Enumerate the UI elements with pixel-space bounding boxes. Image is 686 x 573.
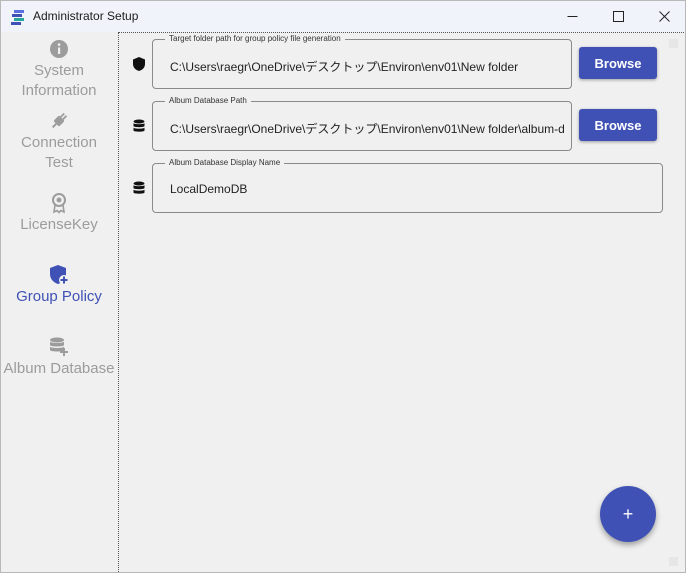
close-button[interactable] <box>641 1 685 32</box>
sidebar-item-label: Test <box>45 154 73 171</box>
database-icon <box>133 119 145 132</box>
close-icon <box>658 11 670 22</box>
app-window: Administrator Setup System Information C… <box>0 0 686 573</box>
target-folder-value[interactable]: C:\Users\raegr\OneDrive\デスクトップ\Environ\e… <box>170 58 565 75</box>
sidebar-item-label: Album Database <box>3 360 115 377</box>
database-plus-icon <box>50 337 68 356</box>
plug-icon <box>51 112 68 129</box>
sidebar-item-label: Information <box>21 82 97 99</box>
group-policy-panel: Target folder path for group policy file… <box>118 32 684 572</box>
album-database-name-legend: Album Database Display Name <box>165 157 285 169</box>
target-folder-legend: Target folder path for group policy file… <box>165 33 345 45</box>
sidebar-item-label: System <box>33 62 84 79</box>
album-database-path-row: Album Database Path C:\Users\raegr\OneDr… <box>119 95 685 153</box>
sidebar-item-connection-test[interactable]: Connection Test <box>1 110 117 173</box>
album-database-name-row: Album Database Display Name LocalDemoDB <box>119 157 685 215</box>
database-icon <box>133 181 145 194</box>
sidebar-item-label: LicenseKey <box>20 216 98 233</box>
album-database-path-value[interactable]: C:\Users\raegr\OneDrive\デスクトップ\Environ\e… <box>170 120 565 137</box>
target-folder-field[interactable]: Target folder path for group policy file… <box>152 33 572 89</box>
sidebar-item-label: Connection <box>21 134 97 151</box>
app-icon <box>11 10 24 25</box>
sidebar-item-licensekey[interactable]: LicenseKey <box>1 192 117 235</box>
maximize-icon <box>612 11 624 22</box>
sidebar-item-system-information[interactable]: System Information <box>1 38 117 101</box>
minimize-icon <box>567 16 577 17</box>
sidebar-item-group-policy[interactable]: Group Policy <box>1 264 117 307</box>
scroll-down-indicator[interactable] <box>669 557 678 566</box>
album-database-path-legend: Album Database Path <box>165 95 251 107</box>
sidebar-item-album-database[interactable]: Album Database <box>1 336 117 379</box>
target-folder-browse-button[interactable]: Browse <box>579 47 657 79</box>
window-title: Administrator Setup <box>33 9 139 23</box>
info-icon <box>50 40 68 58</box>
shield-plus-icon <box>50 265 69 285</box>
album-database-path-field[interactable]: Album Database Path C:\Users\raegr\OneDr… <box>152 95 572 151</box>
album-database-browse-button[interactable]: Browse <box>579 109 657 141</box>
title-bar[interactable]: Administrator Setup <box>1 1 685 32</box>
minimize-button[interactable] <box>549 1 595 32</box>
target-folder-row: Target folder path for group policy file… <box>119 33 685 91</box>
album-database-name-field[interactable]: Album Database Display Name LocalDemoDB <box>152 157 663 213</box>
sidebar-item-label: Group Policy <box>16 288 102 305</box>
shield-icon <box>133 57 145 71</box>
sidebar-nav: System Information Connection Test Licen… <box>1 32 117 572</box>
maximize-button[interactable] <box>595 1 641 32</box>
album-database-name-value[interactable]: LocalDemoDB <box>170 182 650 196</box>
certificate-icon <box>52 193 66 214</box>
add-fab-button[interactable]: + <box>600 486 656 542</box>
